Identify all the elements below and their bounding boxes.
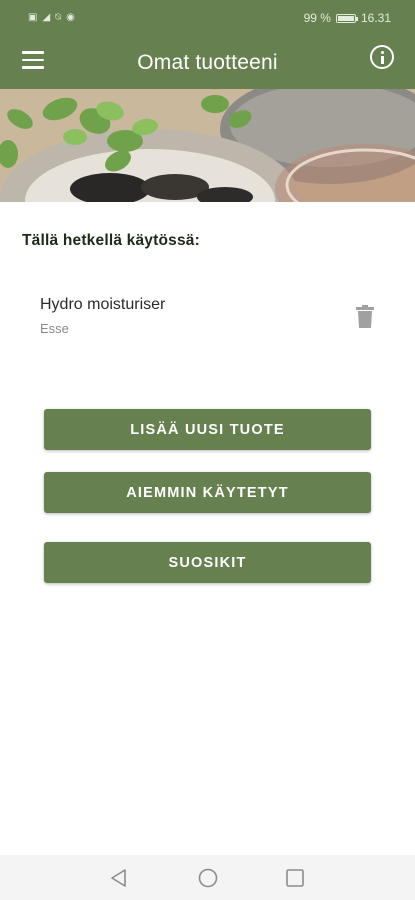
battery-icon <box>335 13 358 23</box>
status-icons-right: 99 % 16.31 <box>304 11 391 25</box>
list-item[interactable]: Hydro moisturiser Esse <box>0 283 415 353</box>
status-bar: ▣ ◢ ⍉ ◉ 99 % 16.31 <box>0 0 415 36</box>
status-icons-left: ▣ ◢ ⍉ ◉ <box>28 13 75 23</box>
product-name: Hydro moisturiser <box>40 296 166 313</box>
favorites-button[interactable]: SUOSIKIT <box>44 542 371 583</box>
mute-icon: ⍉ <box>55 12 62 23</box>
app-bar: Omat tuotteeni <box>0 36 415 89</box>
recents-square-icon[interactable] <box>284 867 306 889</box>
banner-image <box>0 89 415 202</box>
back-triangle-icon[interactable] <box>108 867 130 889</box>
currently-in-use-heading: Tällä hetkellä käytössä: <box>22 232 200 249</box>
sync-icon: ◉ <box>66 12 75 23</box>
previously-used-button[interactable]: AIEMMIN KÄYTETYT <box>44 472 371 513</box>
sim-icon: ▣ <box>28 12 38 23</box>
page-title: Omat tuotteeni <box>137 50 278 74</box>
trash-icon[interactable] <box>355 305 375 329</box>
home-circle-icon[interactable] <box>197 867 219 889</box>
battery-percent: 99 % <box>303 11 331 25</box>
clock: 16.31 <box>360 11 391 25</box>
product-brand: Esse <box>40 321 69 336</box>
add-new-product-button[interactable]: LISÄÄ UUSI TUOTE <box>44 409 371 450</box>
system-nav-bar <box>0 855 415 900</box>
signal-icon: ◢ <box>42 12 51 23</box>
info-icon[interactable] <box>370 45 394 69</box>
hamburger-menu-icon[interactable] <box>22 51 44 69</box>
